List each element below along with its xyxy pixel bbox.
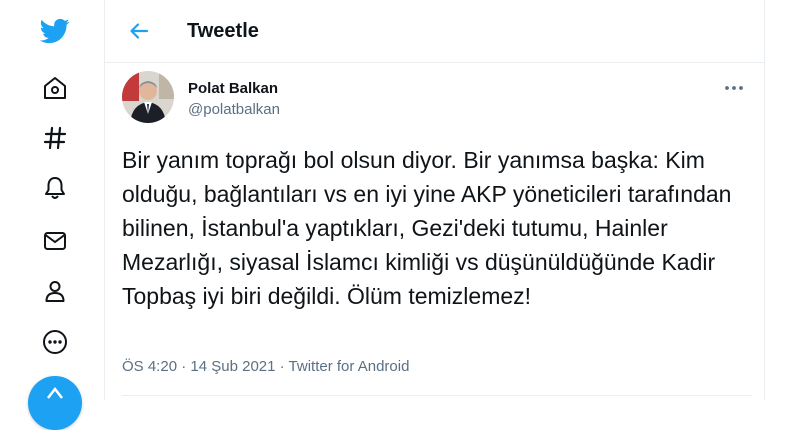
twitter-logo-icon[interactable]: [31, 7, 79, 55]
tweet: Polat Balkan @polatbalkan Bir yanım topr…: [105, 63, 764, 400]
explore-hashtag-icon[interactable]: [31, 114, 79, 162]
compose-tweet-icon[interactable]: [28, 376, 82, 430]
tweet-time[interactable]: ÖS 4:20: [122, 358, 177, 375]
author-handle[interactable]: @polatbalkan: [188, 100, 280, 120]
more-options-button[interactable]: [717, 77, 751, 99]
meta-separator: ·: [279, 358, 285, 375]
profile-icon[interactable]: [31, 267, 79, 315]
tweet-date[interactable]: 14 Şub 2021: [190, 358, 275, 375]
more-dots-icon: [725, 86, 743, 90]
divider: [122, 395, 752, 396]
page-title: Tweetle: [187, 20, 259, 42]
meta-separator: ·: [181, 358, 187, 375]
tweet-source[interactable]: Twitter for Android: [289, 358, 410, 375]
tweet-metadata: ÖS 4:20 · 14 Şub 2021 · Twitter for Andr…: [122, 357, 409, 377]
tweet-text: Bir yanım toprağı bol olsun diyor. Bir y…: [122, 147, 732, 309]
avatar[interactable]: [122, 71, 174, 123]
sidebar-nav: [0, 0, 104, 430]
author-name[interactable]: Polat Balkan: [188, 79, 278, 99]
page-header: Tweetle: [105, 0, 764, 63]
notifications-bell-icon[interactable]: [31, 164, 79, 212]
main-column: Tweetle Polat Balkan @polatbalkan Bir ya…: [104, 0, 765, 400]
back-button[interactable]: [119, 11, 159, 51]
messages-envelope-icon[interactable]: [31, 217, 79, 265]
back-arrow-icon: [130, 23, 149, 39]
home-icon[interactable]: [31, 64, 79, 112]
more-circle-icon[interactable]: [31, 318, 79, 366]
